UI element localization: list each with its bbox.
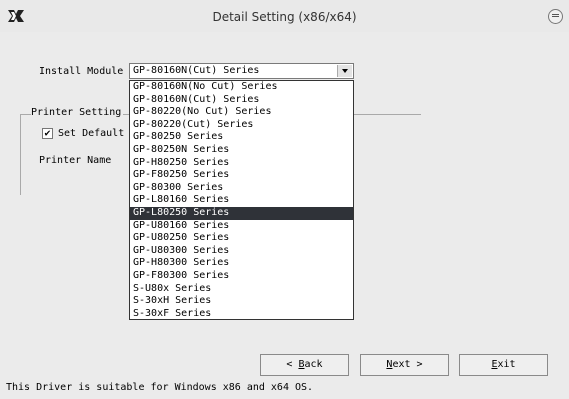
dropdown-item[interactable]: S-30xF Series [130, 308, 353, 319]
back-button-rest: ack [304, 359, 323, 370]
dropdown-item[interactable]: S-30xH Series [130, 295, 353, 308]
dropdown-item[interactable]: GP-U80300 Series [130, 245, 353, 258]
install-module-label: Install Module [39, 66, 124, 77]
set-default-checkbox[interactable]: ✔ [42, 128, 53, 139]
install-module-value: GP-80160N(Cut) Series [133, 65, 260, 76]
dropdown-item[interactable]: GP-80160N(Cut) Series [130, 94, 353, 107]
chevron-down-icon[interactable] [337, 65, 352, 77]
close-icon[interactable] [548, 9, 563, 24]
dropdown-item[interactable]: GP-F80300 Series [130, 270, 353, 283]
dropdown-item[interactable]: GP-80160N(No Cut) Series [130, 81, 353, 94]
dropdown-item[interactable]: GP-80250N Series [130, 144, 353, 157]
dropdown-item[interactable]: GP-L80160 Series [130, 194, 353, 207]
next-button-rest: ext > [392, 359, 423, 370]
dropdown-item[interactable]: S-U80x Series [130, 283, 353, 296]
check-icon: ✔ [44, 128, 51, 139]
back-button[interactable]: < Back [260, 354, 349, 376]
install-module-dropdown-list[interactable]: GP-80160N(No Cut) Series GP-80160N(Cut) S… [129, 80, 354, 320]
dropdown-item[interactable]: GP-80250 Series [130, 131, 353, 144]
dropdown-item[interactable]: GP-U80160 Series [130, 220, 353, 233]
back-button-prefix: < [286, 359, 299, 370]
dropdown-item[interactable]: GP-80220(Cut) Series [130, 119, 353, 132]
install-module-combobox[interactable]: GP-80160N(Cut) Series [129, 63, 354, 79]
set-default-label: Set Default [58, 128, 125, 139]
exit-button[interactable]: Exit [459, 354, 548, 376]
status-text: This Driver is suitable for Windows x86 … [6, 382, 314, 393]
dropdown-item[interactable]: GP-L80250 Series [130, 206, 353, 220]
dropdown-item[interactable]: GP-U80250 Series [130, 232, 353, 245]
dropdown-item[interactable]: GP-H80250 Series [130, 157, 353, 170]
title-bar: Detail Setting (x86/x64) [0, 0, 569, 32]
printer-setting-group-label: Printer Setting [31, 107, 124, 118]
next-button[interactable]: Next > [360, 354, 449, 376]
dropdown-item[interactable]: GP-F80250 Series [130, 169, 353, 182]
dropdown-item[interactable]: GP-80220(No Cut) Series [130, 106, 353, 119]
printer-name-label: Printer Name [39, 155, 112, 166]
dropdown-item[interactable]: GP-80300 Series [130, 182, 353, 195]
dropdown-item[interactable]: GP-H80300 Series [130, 257, 353, 270]
exit-button-rest: xit [497, 359, 516, 370]
window-title: Detail Setting (x86/x64) [212, 10, 357, 24]
